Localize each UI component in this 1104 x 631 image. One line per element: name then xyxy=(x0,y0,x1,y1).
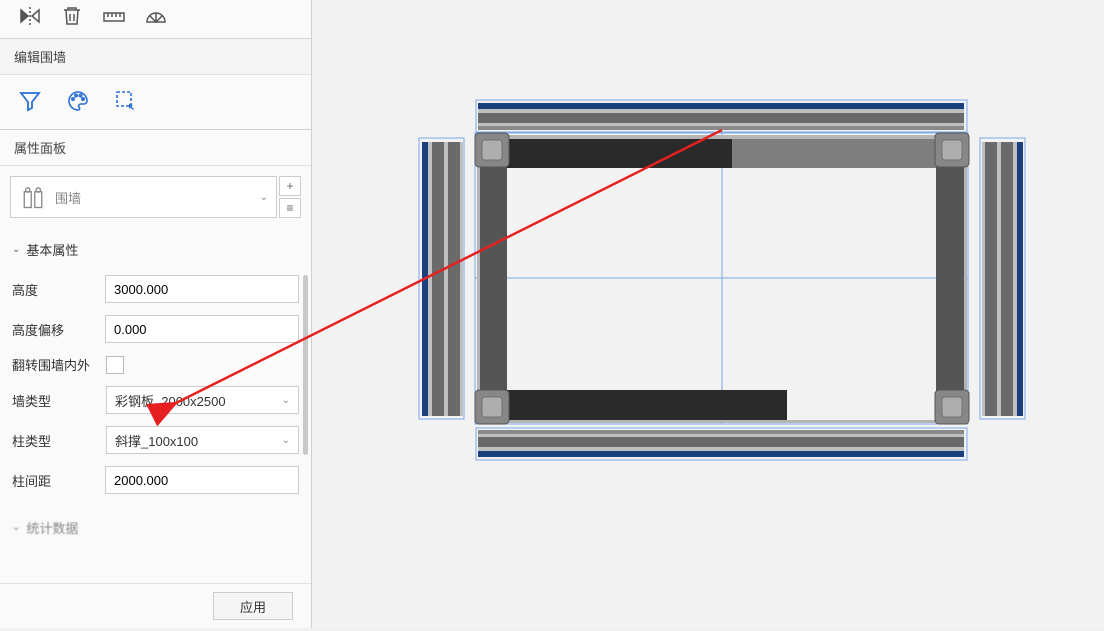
edit-wall-icons xyxy=(0,75,311,130)
chevron-down-icon: ⌄ xyxy=(282,435,290,446)
height-offset-input[interactable] xyxy=(105,315,299,343)
wall-type-dropdown[interactable]: 围墙 ⌄ xyxy=(10,176,277,218)
column-type-label: 柱类型 xyxy=(12,431,98,450)
flip-wall-checkbox[interactable] xyxy=(106,356,124,374)
chevron-down-icon: ⌄ xyxy=(282,395,290,406)
add-type-button[interactable]: + xyxy=(279,176,301,196)
filter-icon[interactable] xyxy=(18,89,42,113)
column-spacing-input[interactable] xyxy=(105,466,299,494)
stats-header[interactable]: ⌄ 统计数据 xyxy=(0,504,311,541)
column-type-value: 斜撑_100x100 xyxy=(115,431,198,450)
inner-bottom-bar xyxy=(507,390,939,423)
list-type-button[interactable]: ≡ xyxy=(279,198,301,218)
height-input[interactable] xyxy=(105,275,299,303)
height-offset-label: 高度偏移 xyxy=(12,320,97,339)
inner-top-bar xyxy=(507,135,939,168)
inner-left-bar xyxy=(477,165,507,393)
edit-wall-header: 编辑围墙 xyxy=(0,39,311,75)
column-spacing-label: 柱间距 xyxy=(12,471,97,490)
basic-properties-header[interactable]: ⌄ 基本属性 xyxy=(12,234,299,265)
wall-type-label: 围墙 xyxy=(55,188,252,207)
right-panel xyxy=(982,142,1023,416)
top-panel xyxy=(478,103,964,130)
wall-type-label: 墙类型 xyxy=(12,391,98,410)
top-toolbar xyxy=(0,0,311,39)
select-edit-icon[interactable] xyxy=(114,89,138,113)
apply-button[interactable]: 应用 xyxy=(213,592,293,620)
scrollbar[interactable] xyxy=(303,275,308,455)
inner-right-bar xyxy=(936,165,967,393)
property-panel-header: 属性面板 xyxy=(0,130,311,166)
height-label: 高度 xyxy=(12,280,97,299)
drawing-canvas[interactable] xyxy=(312,0,1104,628)
wall-icon xyxy=(19,183,47,211)
chevron-down-icon: ⌄ xyxy=(12,522,20,533)
ruler-icon[interactable] xyxy=(102,4,126,28)
wall-type-value: 彩钢板_2000x2500 xyxy=(115,391,226,410)
palette-icon[interactable] xyxy=(66,89,90,113)
chevron-down-icon: ⌄ xyxy=(260,192,268,203)
basic-properties-label: 基本属性 xyxy=(26,240,78,259)
column-type-select[interactable]: 斜撑_100x100 ⌄ xyxy=(106,426,299,454)
left-panel xyxy=(422,142,463,416)
chevron-down-icon: ⌄ xyxy=(12,244,20,255)
flip-wall-label: 翻转围墙内外 xyxy=(12,355,98,374)
bottom-panel xyxy=(478,430,964,457)
wall-type-select[interactable]: 彩钢板_2000x2500 ⌄ xyxy=(106,386,299,414)
mirror-icon[interactable] xyxy=(18,4,42,28)
protractor-icon[interactable] xyxy=(144,4,168,28)
stats-label: 统计数据 xyxy=(26,518,78,537)
wall-drawing xyxy=(312,0,1104,628)
trash-icon[interactable] xyxy=(60,4,84,28)
